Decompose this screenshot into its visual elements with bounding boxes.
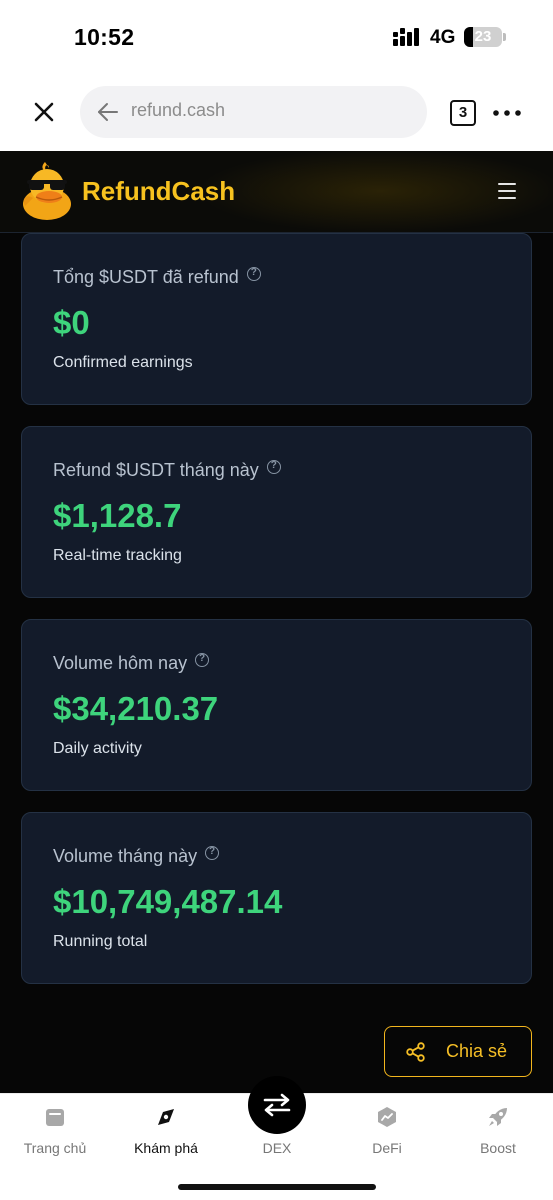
nav-label: Boost: [480, 1140, 516, 1156]
site-header: RefundCash: [0, 151, 553, 233]
help-icon[interactable]: [266, 460, 281, 474]
stat-label: Volume tháng này: [53, 846, 220, 867]
help-icon[interactable]: [195, 653, 210, 667]
nav-label: DEX: [262, 1140, 292, 1156]
nav-label: DeFi: [372, 1140, 402, 1156]
duck-logo-icon: [23, 162, 71, 220]
swap-arrows-icon: [263, 1093, 291, 1117]
dex-button[interactable]: [248, 1076, 306, 1134]
nav-item-defi[interactable]: DeFi: [337, 1094, 437, 1166]
stat-subtext: Real-time tracking: [53, 547, 182, 564]
stat-card-total-refund: Tổng $USDT đã refund $0 Confirmed earnin…: [21, 233, 532, 405]
stat-value: $0: [53, 304, 90, 341]
nav-label: Trang chủ: [23, 1140, 87, 1156]
rocket-icon: [489, 1108, 507, 1126]
battery-percent: 23: [474, 28, 492, 45]
bottom-navigation: Trang chủ Khám phá DEX DeFi Boost: [0, 1076, 553, 1200]
nav-item-home[interactable]: Trang chủ: [5, 1094, 105, 1166]
browser-toolbar: refund.cash 3: [0, 76, 553, 151]
status-time: 10:52: [74, 24, 135, 50]
stat-card-volume-month: Volume tháng này $10,749,487.14 Running …: [21, 812, 532, 984]
defi-chart-icon: [378, 1107, 396, 1127]
compass-icon: [158, 1109, 174, 1125]
nav-item-boost[interactable]: Boost: [448, 1094, 548, 1166]
more-options-icon[interactable]: [492, 109, 522, 117]
wallet-icon: [46, 1109, 64, 1126]
signal-icon: [393, 28, 419, 46]
stat-card-volume-today: Volume hôm nay $34,210.37 Daily activity: [21, 619, 532, 791]
share-label: Chia sẻ: [446, 1041, 508, 1061]
status-bar: 10:52 4G 23: [0, 0, 553, 76]
stat-label: Volume hôm nay: [53, 653, 210, 674]
share-icon: [406, 1042, 425, 1062]
hamburger-menu-icon[interactable]: [498, 183, 516, 199]
url-text[interactable]: refund.cash: [131, 100, 225, 121]
stat-subtext: Running total: [53, 933, 148, 950]
stat-card-monthly-refund: Refund $USDT tháng này $1,128.7 Real-tim…: [21, 426, 532, 598]
nav-label: Khám phá: [134, 1140, 198, 1156]
stat-value: $10,749,487.14: [53, 883, 283, 920]
web-page: RefundCash Tổng $USDT đã refund $0 Confi…: [0, 151, 553, 1093]
help-icon[interactable]: [205, 846, 220, 860]
battery-nub: [503, 33, 506, 41]
brand-name[interactable]: RefundCash: [82, 176, 235, 207]
nav-item-explore[interactable]: Khám phá: [116, 1094, 216, 1166]
close-icon[interactable]: [30, 98, 58, 126]
stat-subtext: Daily activity: [53, 740, 142, 757]
help-icon[interactable]: [246, 267, 261, 281]
stat-label: Refund $USDT tháng này: [53, 460, 281, 481]
stat-subtext: Confirmed earnings: [53, 354, 193, 371]
battery-icon: 23: [464, 27, 502, 47]
stat-value: $34,210.37: [53, 690, 219, 727]
stat-value: $1,128.7: [53, 497, 182, 534]
back-arrow-icon[interactable]: [96, 101, 120, 123]
stat-label: Tổng $USDT đã refund: [53, 267, 261, 288]
nav-item-dex[interactable]: DEX: [227, 1076, 327, 1166]
share-button[interactable]: Chia sẻ: [384, 1026, 532, 1077]
network-type: 4G: [430, 27, 456, 48]
tabs-count-button[interactable]: 3: [450, 100, 476, 126]
home-indicator: [178, 1184, 376, 1190]
